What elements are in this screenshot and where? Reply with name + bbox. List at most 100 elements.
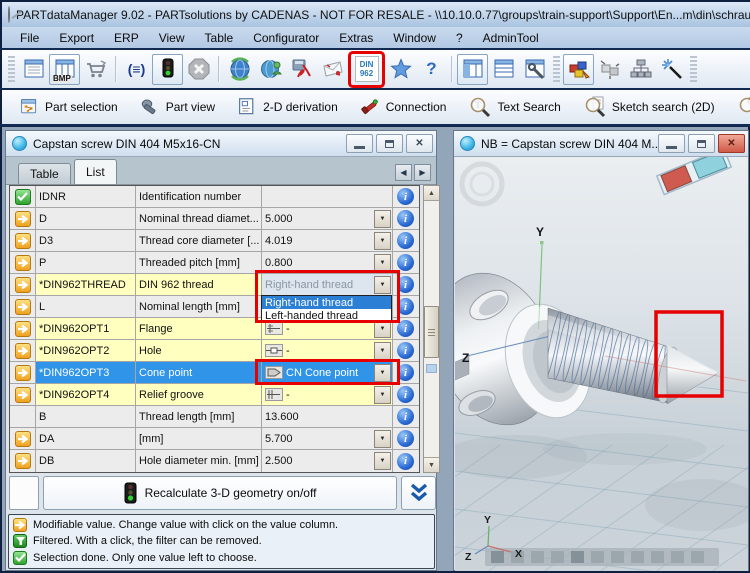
row-value-cell[interactable]: -▼ — [262, 340, 393, 361]
row-info-cell[interactable]: i — [393, 252, 418, 273]
pdf-export-button[interactable] — [286, 54, 317, 85]
info-icon[interactable]: i — [397, 276, 414, 293]
row-status-cell[interactable] — [10, 362, 36, 383]
row-info-cell[interactable]: i — [393, 428, 418, 449]
dropdown-option-left-handed-thread[interactable]: Left-handed thread — [262, 309, 391, 322]
viewport-tool-icon[interactable] — [611, 551, 624, 563]
viewport-3d[interactable]: Y Z Y X Z — [455, 157, 748, 571]
row-info-cell[interactable]: i — [393, 450, 418, 472]
row-info-cell[interactable]: i — [393, 318, 418, 339]
dropdown-button[interactable]: ▼ — [374, 452, 391, 470]
row-status-cell[interactable] — [10, 296, 36, 317]
menu-admintool[interactable]: AdminTool — [473, 29, 549, 47]
nav-2-d-derivation-button[interactable]: 2-D derivation — [229, 92, 346, 123]
viewport-tool-icon[interactable] — [631, 551, 644, 563]
parts-export-button[interactable] — [594, 54, 625, 85]
row-status-cell[interactable] — [10, 318, 36, 339]
table-columns-button[interactable] — [457, 54, 488, 85]
row-status-cell[interactable] — [10, 450, 36, 472]
row-value-cell[interactable] — [262, 186, 393, 207]
hierarchy-button[interactable] — [625, 54, 656, 85]
scroll-up-icon[interactable]: ▲ — [424, 186, 439, 201]
table-scrollbar[interactable]: ▲ ▼ — [423, 185, 440, 473]
dropdown-button[interactable]: ▼ — [374, 276, 391, 294]
row-status-cell[interactable] — [10, 384, 36, 405]
formula-button[interactable]: (≡) — [121, 54, 152, 85]
minimize-button[interactable] — [346, 134, 373, 153]
row-value-cell[interactable]: 5.000▼ — [262, 208, 393, 229]
bmp-export-button[interactable]: BMP — [49, 54, 80, 85]
viewport-tool-icon[interactable] — [531, 551, 544, 563]
traffic-light-button[interactable] — [152, 54, 183, 85]
menu-view[interactable]: View — [149, 29, 195, 47]
scrollbar-thumb[interactable] — [424, 306, 439, 358]
viewport-tool-icon[interactable] — [671, 551, 684, 563]
row-info-cell[interactable]: i — [393, 384, 418, 405]
info-icon[interactable]: i — [397, 254, 414, 271]
dropdown-button[interactable]: ▼ — [374, 232, 391, 250]
tab-scroll-left-icon[interactable]: ◀ — [395, 164, 412, 181]
mail-button[interactable] — [317, 54, 348, 85]
toolbar-grip[interactable] — [8, 56, 15, 82]
dropdown-button[interactable]: ▼ — [374, 364, 391, 382]
globe-user-button[interactable] — [255, 54, 286, 85]
dropdown-button[interactable]: ▼ — [374, 386, 391, 404]
row-info-cell[interactable]: i — [393, 406, 418, 427]
toolbar-grip[interactable] — [690, 56, 697, 82]
nav-part-view-button[interactable]: Part view — [132, 92, 223, 123]
dropdown-button[interactable]: ▼ — [374, 210, 391, 228]
menu-window[interactable]: Window — [383, 29, 446, 47]
tab-scroll-right-icon[interactable]: ▶ — [414, 164, 431, 181]
table-settings-button[interactable] — [519, 54, 550, 85]
row-status-cell[interactable] — [10, 274, 36, 295]
row-status-cell[interactable] — [10, 252, 36, 273]
menu-file[interactable]: File — [10, 29, 49, 47]
row-status-cell[interactable] — [10, 208, 36, 229]
close-button[interactable]: ✕ — [406, 134, 433, 153]
info-icon[interactable]: i — [397, 386, 414, 403]
minimize-button[interactable] — [658, 134, 685, 153]
nav-connection-button[interactable]: Connection — [352, 92, 455, 123]
info-icon[interactable]: i — [397, 320, 414, 337]
din962-button[interactable]: DIN962 — [351, 54, 382, 85]
row-status-cell[interactable] — [10, 340, 36, 361]
recalculate-button[interactable]: Recalculate 3-D geometry on/off — [43, 476, 397, 510]
dropdown-button[interactable]: ▼ — [374, 342, 391, 360]
toolbar-grip[interactable] — [553, 56, 560, 82]
restore-button[interactable] — [376, 134, 403, 153]
expand-options-button[interactable] — [401, 476, 436, 510]
row-value-cell[interactable]: 2.500▼ — [262, 450, 393, 472]
row-value-cell[interactable]: 13.600 — [262, 406, 393, 427]
scroll-down-icon[interactable]: ▼ — [424, 457, 439, 472]
viewport-tool-icon[interactable] — [571, 551, 584, 563]
stop-button[interactable] — [183, 54, 214, 85]
assembly-blocks-button[interactable] — [563, 54, 594, 85]
nav-sketch-search-2d-button[interactable]: Sketch search (2D) — [575, 90, 723, 124]
close-button[interactable]: ✕ — [718, 134, 745, 153]
nav-text-search-button[interactable]: TText Search — [460, 90, 568, 124]
cart-button[interactable] — [80, 54, 111, 85]
row-info-cell[interactable]: i — [393, 186, 418, 207]
info-icon[interactable]: i — [397, 342, 414, 359]
menu-erp[interactable]: ERP — [104, 29, 149, 47]
row-value-cell[interactable]: CN Cone point▼ — [262, 362, 393, 383]
info-icon[interactable]: i — [397, 364, 414, 381]
row-value-cell[interactable]: 5.700▼ — [262, 428, 393, 449]
row-value-cell[interactable]: Right-hand thread▼ — [262, 274, 393, 295]
table-rows-button[interactable] — [488, 54, 519, 85]
row-value-cell[interactable]: 4.019▼ — [262, 230, 393, 251]
restore-button[interactable] — [688, 134, 715, 153]
tab-table[interactable]: Table — [18, 163, 71, 184]
menu-export[interactable]: Export — [49, 29, 104, 47]
globe-sync-button[interactable] — [224, 54, 255, 85]
dropdown-button[interactable]: ▼ — [374, 430, 391, 448]
menu-configurator[interactable]: Configurator — [243, 29, 329, 47]
dropdown-button[interactable]: ▼ — [374, 254, 391, 272]
nav-geometric-se-button[interactable]: Geometric se — [729, 90, 750, 124]
viewport-tool-icon[interactable] — [551, 551, 564, 563]
window-table-button[interactable] — [18, 54, 49, 85]
tab-list[interactable]: List — [74, 159, 117, 184]
menu-extras[interactable]: Extras — [329, 29, 383, 47]
spacer-button[interactable] — [9, 476, 39, 510]
row-info-cell[interactable]: i — [393, 296, 418, 317]
